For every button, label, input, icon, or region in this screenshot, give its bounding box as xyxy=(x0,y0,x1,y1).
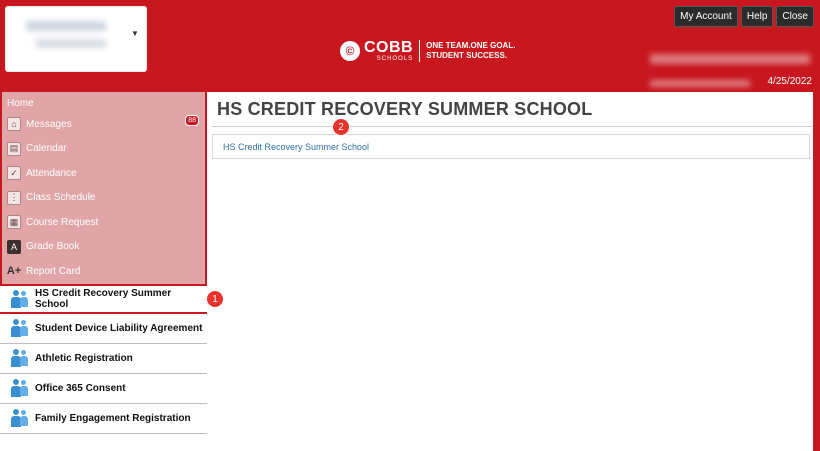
top-buttons: My Account Help Close xyxy=(674,6,814,27)
help-button[interactable]: Help xyxy=(740,6,774,27)
student-id-blurred xyxy=(36,39,106,48)
sidebar-item-course-request[interactable]: ▦ Course Request xyxy=(2,210,205,235)
logo-tagline-line-2: STUDENT SUCCESS. xyxy=(426,51,508,60)
user-name-blurred xyxy=(650,54,810,64)
logo-tagline: ONE TEAM.ONE GOAL. STUDENT SUCCESS. xyxy=(426,41,515,61)
form-item-label: Family Engagement Registration xyxy=(35,412,191,424)
message-count-badge: 88 xyxy=(185,115,199,126)
calendar-icon: ▤ xyxy=(7,141,21,156)
page-title: HS CREDIT RECOVERY SUMMER SCHOOL xyxy=(217,99,593,119)
main-content: HS CREDIT RECOVERY SUMMER SCHOOL HS Cred… xyxy=(207,92,820,451)
student-name-blurred xyxy=(26,21,106,31)
sidebar-item-label: Class Schedule xyxy=(26,192,96,204)
sidebar-item-label: Course Request xyxy=(26,216,99,228)
class-schedule-icon: ⋮ xyxy=(7,190,21,205)
attendance-icon: ✓ xyxy=(7,166,21,181)
step-callout-1: 1 xyxy=(206,290,224,308)
logo-brand: COBB SCHOOLS xyxy=(364,39,414,63)
logo-brand-name: COBB xyxy=(364,39,414,56)
sidebar-form-family-engagement[interactable]: Family Engagement Registration xyxy=(0,403,207,434)
form-item-label: Student Device Liability Agreement xyxy=(35,322,203,334)
sidebar-item-attendance[interactable]: ✓ Attendance xyxy=(2,161,205,186)
people-icon xyxy=(10,319,28,337)
form-item-label: Athletic Registration xyxy=(35,352,133,364)
sidebar-nav: Home ⌂ Messages 88 ▤ Calendar ✓ Attendan… xyxy=(0,92,207,284)
report-card-icon: A+ xyxy=(6,265,22,278)
sidebar-item-home[interactable]: Home xyxy=(2,92,205,112)
sidebar-item-label: Grade Book xyxy=(26,241,80,253)
header-bar: ▼ © COBB SCHOOLS ONE TEAM.ONE GOAL. STUD… xyxy=(0,0,820,92)
form-item-label: HS Credit Recovery Summer School xyxy=(34,287,172,310)
people-icon xyxy=(10,379,28,397)
people-icon xyxy=(10,349,28,367)
form-link-panel: HS Credit Recovery Summer School xyxy=(212,134,810,159)
sidebar-form-device-liability[interactable]: Student Device Liability Agreement xyxy=(0,313,207,344)
user-info-blurred xyxy=(650,80,750,87)
people-icon xyxy=(10,289,28,308)
current-date: 4/25/2022 xyxy=(767,76,813,87)
sidebar-item-label: Calendar xyxy=(26,143,67,155)
step-callout-2: 2 xyxy=(332,118,350,136)
sidebar-item-report-card[interactable]: A+ Report Card xyxy=(2,259,205,284)
logo-tagline-line-1: ONE TEAM.ONE GOAL. xyxy=(426,41,516,50)
sidebar-form-athletic-registration[interactable]: Athletic Registration xyxy=(0,343,207,374)
sidebar-item-label: Attendance xyxy=(26,167,77,179)
title-divider xyxy=(212,126,812,127)
sidebar-item-grade-book[interactable]: A Grade Book xyxy=(2,235,205,260)
sidebar-form-hs-credit-recovery[interactable]: HS Credit Recovery Summer School xyxy=(0,283,207,314)
caret-down-icon[interactable]: ▼ xyxy=(131,29,139,38)
sidebar-item-messages[interactable]: ⌂ Messages 88 xyxy=(2,112,205,137)
logo-brand-sub: SCHOOLS xyxy=(376,56,414,62)
cobb-schools-logo: © COBB SCHOOLS ONE TEAM.ONE GOAL. STUDEN… xyxy=(340,38,515,64)
hs-credit-recovery-link[interactable]: HS Credit Recovery Summer School xyxy=(223,142,369,152)
sidebar: Home ⌂ Messages 88 ▤ Calendar ✓ Attendan… xyxy=(0,92,207,451)
close-button[interactable]: Close xyxy=(776,6,814,27)
sidebar-item-label: Report Card xyxy=(26,265,81,277)
messages-icon: ⌂ xyxy=(7,117,21,132)
sidebar-item-class-schedule[interactable]: ⋮ Class Schedule xyxy=(2,186,205,211)
form-item-label: Office 365 Consent xyxy=(35,382,126,394)
sidebar-item-calendar[interactable]: ▤ Calendar xyxy=(2,137,205,162)
sidebar-form-office-365-consent[interactable]: Office 365 Consent xyxy=(0,373,207,404)
logo-divider xyxy=(419,40,421,62)
grade-book-icon: A xyxy=(7,239,21,254)
student-selector[interactable]: ▼ xyxy=(5,6,147,72)
people-icon xyxy=(10,409,28,427)
my-account-button[interactable]: My Account xyxy=(674,6,738,27)
course-request-icon: ▦ xyxy=(7,215,21,230)
sidebar-item-label: Messages xyxy=(26,118,72,130)
logo-mark-icon: © xyxy=(340,41,360,61)
